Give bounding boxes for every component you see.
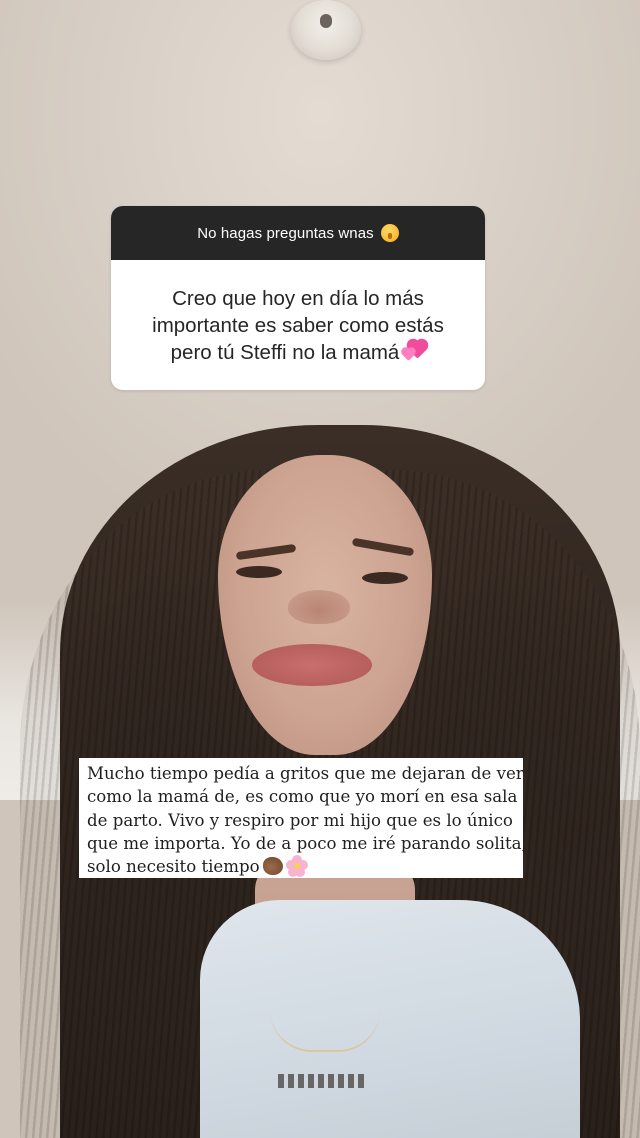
question-sticker[interactable]: No hagas preguntas wnas Creo que hoy en … — [111, 206, 485, 390]
caption-line: de parto. Vivo y respiro por mi hijo que… — [87, 810, 513, 830]
fixture-socket — [320, 14, 332, 28]
photo-right-eye — [362, 572, 408, 584]
answer-line: Creo que hoy en día lo más — [172, 286, 424, 310]
caption-last-line: solo necesito tiempo — [87, 855, 515, 878]
answer-line: pero tú Steffi no la mamá — [170, 340, 400, 364]
caption-line: como la mamá de, es como que yo morí en … — [87, 787, 518, 807]
caption-line: Mucho tiempo pedía a gritos que me dejar… — [87, 764, 524, 783]
photo-nose — [288, 590, 350, 624]
photo-tattoo — [278, 1074, 368, 1088]
two-hearts-icon — [402, 339, 428, 361]
answer-line: importante es saber como estás — [152, 313, 444, 337]
question-sticker-header: No hagas preguntas wnas — [111, 206, 485, 260]
question-answer: Creo que hoy en día lo más importante es… — [111, 260, 485, 390]
question-prompt: No hagas preguntas wnas — [197, 224, 374, 242]
photo-shirt — [200, 900, 580, 1138]
caption-line-text: solo necesito tiempo — [87, 857, 260, 877]
photo-left-eye — [236, 566, 282, 578]
caption-line: que me importa. Yo de a poco me iré para… — [87, 833, 527, 853]
handshake-icon — [262, 857, 283, 876]
cherry-blossom-icon — [285, 855, 308, 878]
ceiling-light-fixture — [291, 0, 361, 60]
story-frame: No hagas preguntas wnas Creo que hoy en … — [0, 0, 640, 1138]
photo-lips — [252, 644, 372, 686]
shushing-face-icon — [380, 224, 399, 242]
caption-text-box: Mucho tiempo pedía a gritos que me dejar… — [79, 758, 527, 878]
